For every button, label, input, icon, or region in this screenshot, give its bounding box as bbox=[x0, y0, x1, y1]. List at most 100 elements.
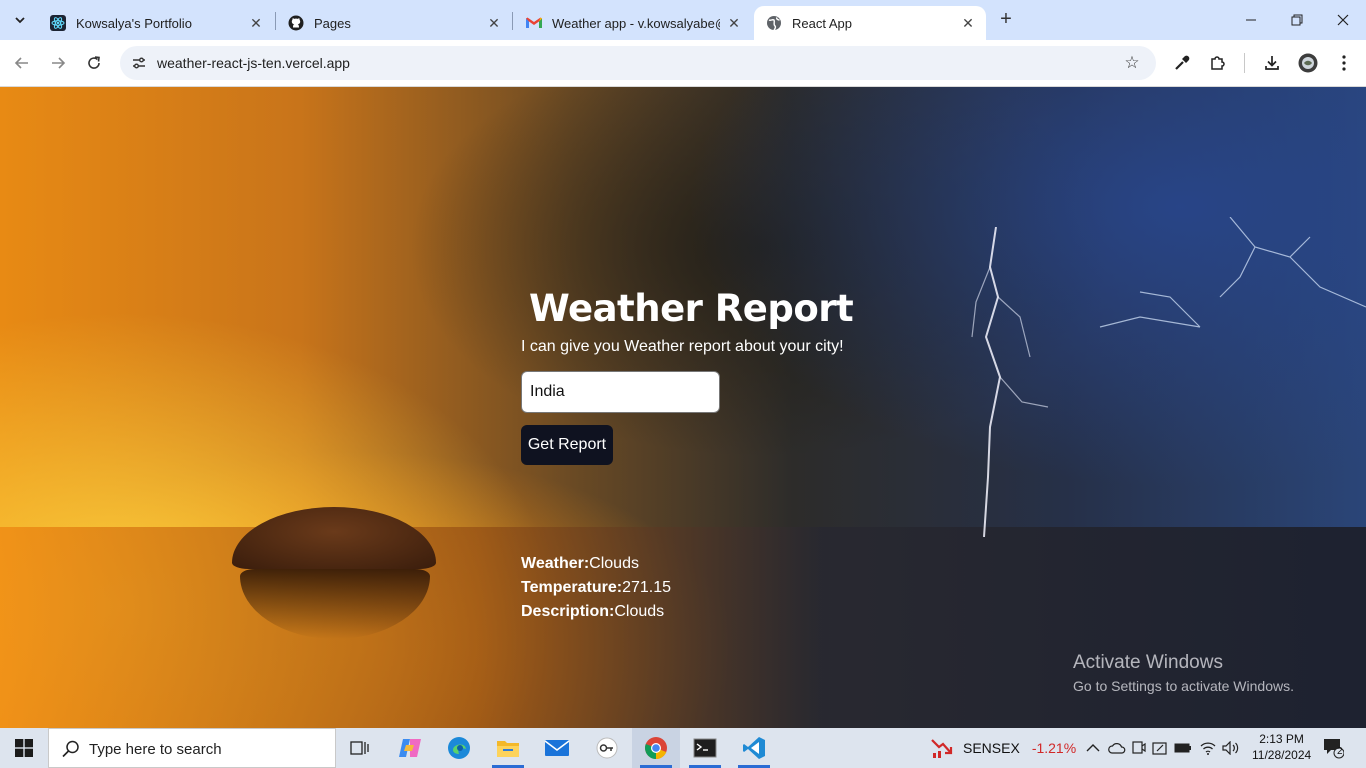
wifi-icon[interactable] bbox=[1200, 741, 1216, 755]
reload-button[interactable] bbox=[81, 50, 107, 76]
temperature-value: 271.15 bbox=[622, 579, 671, 596]
watermark-subtitle: Go to Settings to activate Windows. bbox=[1073, 678, 1294, 694]
address-bar[interactable]: weather-react-js-ten.vercel.app ☆ bbox=[120, 46, 1156, 80]
toolbar-separator bbox=[1244, 53, 1245, 73]
app-icon bbox=[596, 737, 618, 759]
activate-windows-watermark: Activate Windows Go to Settings to activ… bbox=[1073, 652, 1294, 694]
terminal-button[interactable] bbox=[681, 728, 729, 768]
tab-title: React App bbox=[792, 15, 852, 31]
bookmark-star-icon[interactable]: ☆ bbox=[1122, 53, 1142, 73]
stock-widget[interactable]: SENSEX -1.21% bbox=[930, 728, 1076, 768]
notification-count: 2 bbox=[1337, 746, 1343, 757]
island-image bbox=[232, 507, 436, 569]
gmail-icon bbox=[526, 15, 542, 31]
tab-strip: Kowsalya's Portfolio ✕ Pages ✕ Weather a… bbox=[0, 0, 1366, 40]
chevron-down-icon bbox=[15, 17, 25, 24]
task-view-icon bbox=[350, 741, 369, 755]
tab-search-button[interactable] bbox=[6, 6, 34, 34]
url-text[interactable]: weather-react-js-ten.vercel.app bbox=[157, 55, 350, 71]
page-subtitle: I can give you Weather report about your… bbox=[521, 338, 844, 355]
close-window-button[interactable] bbox=[1320, 0, 1366, 40]
browser-menu-button[interactable] bbox=[1331, 50, 1357, 76]
chrome-icon bbox=[645, 737, 667, 759]
puzzle-icon bbox=[1211, 56, 1225, 70]
vscode-button[interactable] bbox=[730, 728, 778, 768]
page-title: Weather Report bbox=[529, 287, 854, 330]
restore-button[interactable] bbox=[1274, 0, 1320, 40]
close-icon[interactable]: ✕ bbox=[486, 15, 502, 31]
arrow-left-icon bbox=[14, 57, 28, 69]
minimize-button[interactable] bbox=[1228, 0, 1274, 40]
description-result: Description:Clouds bbox=[521, 603, 664, 621]
lightning-image bbox=[1099, 217, 1366, 328]
temperature-result: Temperature:271.15 bbox=[521, 579, 671, 597]
reload-icon bbox=[88, 56, 100, 69]
tab-gmail[interactable]: Weather app - v.kowsalyabe@g ✕ bbox=[514, 6, 752, 40]
copilot-button[interactable] bbox=[386, 728, 434, 768]
site-settings-icon[interactable] bbox=[130, 54, 148, 72]
close-icon[interactable]: ✕ bbox=[248, 15, 264, 31]
taskbar-clock[interactable]: 2:13 PM 11/28/2024 bbox=[1252, 731, 1311, 763]
stock-change: -1.21% bbox=[1031, 740, 1077, 756]
task-view-button[interactable] bbox=[336, 728, 384, 768]
temperature-label: Temperature: bbox=[521, 579, 623, 596]
back-button[interactable] bbox=[9, 50, 35, 76]
clock-time: 2:13 PM bbox=[1259, 732, 1304, 746]
folder-icon bbox=[497, 741, 519, 757]
kebab-menu-icon bbox=[1342, 55, 1346, 71]
taskbar-search[interactable]: Type here to search bbox=[48, 728, 336, 768]
windows-logo-icon bbox=[15, 739, 33, 757]
browser-toolbar: weather-react-js-ten.vercel.app ☆ bbox=[0, 40, 1366, 87]
vscode-icon bbox=[743, 737, 765, 759]
close-icon[interactable]: ✕ bbox=[726, 15, 742, 31]
city-input[interactable] bbox=[521, 371, 720, 413]
edge-button[interactable] bbox=[435, 728, 483, 768]
tab-title: Kowsalya's Portfolio bbox=[76, 15, 192, 31]
stock-name: SENSEX bbox=[963, 740, 1020, 756]
onedrive-cloud-icon[interactable] bbox=[1108, 742, 1126, 754]
chevron-up-icon[interactable] bbox=[1086, 743, 1100, 753]
get-report-button[interactable]: Get Report bbox=[521, 425, 613, 465]
file-explorer-button[interactable] bbox=[484, 728, 532, 768]
watermark-title: Activate Windows bbox=[1073, 652, 1223, 673]
battery-icon[interactable] bbox=[1174, 742, 1192, 754]
weather-result: Weather:Clouds bbox=[521, 555, 639, 573]
extensions-button[interactable] bbox=[1205, 50, 1231, 76]
pen-workspace-icon[interactable] bbox=[1152, 740, 1168, 756]
eyedropper-extension-button[interactable] bbox=[1169, 50, 1195, 76]
start-button[interactable] bbox=[0, 728, 48, 768]
clock-date: 11/28/2024 bbox=[1252, 748, 1312, 762]
tab-portfolio[interactable]: Kowsalya's Portfolio ✕ bbox=[38, 6, 274, 40]
tab-pages[interactable]: Pages ✕ bbox=[276, 6, 512, 40]
avatar-icon bbox=[1298, 53, 1318, 73]
chrome-button[interactable] bbox=[632, 728, 680, 768]
tab-separator bbox=[512, 12, 513, 30]
app-button[interactable] bbox=[583, 728, 631, 768]
download-icon bbox=[1265, 56, 1279, 70]
close-icon bbox=[1337, 14, 1349, 26]
minimize-icon bbox=[1246, 19, 1256, 21]
tab-title: Pages bbox=[314, 15, 351, 31]
speaker-icon[interactable] bbox=[1222, 741, 1240, 755]
close-icon[interactable]: ✕ bbox=[960, 15, 976, 31]
tab-react-app[interactable]: React App ✕ bbox=[754, 6, 986, 40]
arrow-right-icon bbox=[52, 57, 66, 69]
mail-button[interactable] bbox=[533, 728, 581, 768]
search-placeholder: Type here to search bbox=[89, 741, 222, 758]
eyedropper-icon bbox=[1175, 55, 1190, 70]
description-label: Description: bbox=[521, 603, 615, 620]
new-tab-button[interactable]: + bbox=[994, 8, 1018, 32]
search-icon bbox=[62, 740, 79, 758]
notification-center-button[interactable]: 2 bbox=[1322, 728, 1344, 768]
github-icon bbox=[288, 15, 304, 31]
forward-button[interactable] bbox=[45, 50, 71, 76]
lightning-image bbox=[971, 227, 1049, 537]
meet-now-icon[interactable] bbox=[1132, 740, 1146, 756]
copilot-icon bbox=[399, 739, 421, 757]
tab-title: Weather app - v.kowsalyabe@g bbox=[552, 15, 720, 31]
profile-avatar[interactable] bbox=[1295, 50, 1321, 76]
stock-chart-icon bbox=[931, 739, 953, 758]
downloads-button[interactable] bbox=[1259, 50, 1285, 76]
weather-value: Clouds bbox=[589, 555, 639, 572]
globe-icon bbox=[766, 15, 782, 31]
